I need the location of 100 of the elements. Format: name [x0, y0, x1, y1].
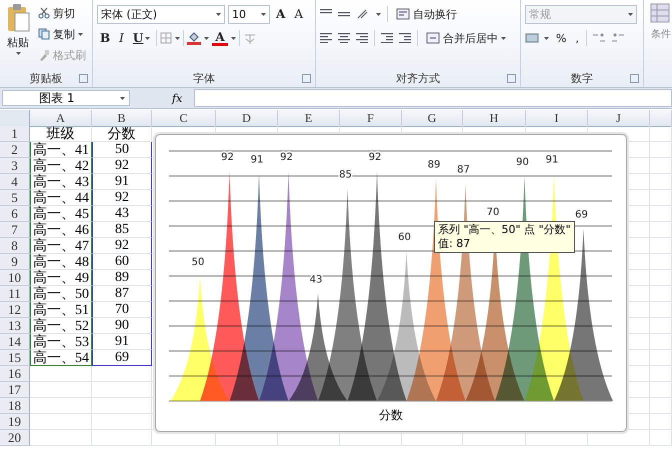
- row-header[interactable]: 17: [0, 382, 30, 398]
- row-header[interactable]: 18: [0, 398, 30, 414]
- row-header[interactable]: 13: [0, 318, 30, 334]
- table-cell: 60: [92, 254, 152, 270]
- table-cell: [650, 254, 672, 270]
- row-header[interactable]: 11: [0, 286, 30, 302]
- table-cell: [650, 190, 672, 206]
- row-header[interactable]: 10: [0, 270, 30, 286]
- text-angle-icon: [356, 8, 370, 20]
- insert-function-button[interactable]: fx: [166, 92, 188, 104]
- table-cell: 85: [92, 222, 152, 238]
- column-header[interactable]: J: [588, 110, 650, 127]
- table-cell: [650, 366, 672, 382]
- table-cell: 高一、52: [30, 318, 92, 334]
- table-cell: [92, 366, 152, 382]
- tooltip-value-text: 值: 87: [438, 237, 472, 251]
- data-label: 50: [192, 257, 204, 268]
- merge-cells-icon: [426, 32, 440, 44]
- row-header[interactable]: 9: [0, 254, 30, 270]
- data-label: 89: [428, 160, 440, 170]
- brush-icon: [38, 49, 50, 61]
- table-cell: [650, 398, 672, 414]
- column-header[interactable]: I: [526, 110, 588, 127]
- row-header[interactable]: 14: [0, 334, 30, 350]
- data-label: 92: [368, 152, 382, 163]
- row-header[interactable]: 5: [0, 190, 30, 206]
- data-label: 92: [280, 152, 293, 163]
- underline-button[interactable]: U: [130, 28, 154, 48]
- row-header[interactable]: 3: [0, 158, 30, 174]
- column-header[interactable]: G: [402, 110, 463, 127]
- table-cell: 43: [92, 206, 152, 222]
- decrease-indent-icon: [381, 33, 393, 43]
- table-cell: [650, 350, 672, 366]
- table-cell: [650, 142, 672, 158]
- axis-title: 分数: [379, 408, 403, 422]
- table-cell: 90: [92, 318, 152, 334]
- table-cell: 92: [92, 190, 152, 206]
- table-cell: 高一、47: [30, 238, 92, 254]
- table-cell: [650, 382, 672, 398]
- caret-icon: [16, 52, 20, 55]
- table-cell: 高一、50: [30, 286, 92, 302]
- percent-button[interactable]: %: [554, 28, 568, 48]
- paste-button[interactable]: 粘贴: [4, 3, 32, 69]
- caret-icon: [544, 36, 549, 40]
- font-name-select[interactable]: 宋体 (正文): [97, 4, 225, 24]
- column-header[interactable]: H: [463, 110, 526, 127]
- table-cell: [92, 382, 152, 398]
- row-header[interactable]: 8: [0, 238, 30, 254]
- row-header[interactable]: 6: [0, 206, 30, 222]
- table-cell: [92, 430, 152, 446]
- bold-button[interactable]: B: [97, 28, 114, 48]
- table-cell: [650, 286, 672, 302]
- scissors-icon: [38, 7, 50, 19]
- table-cell: [92, 398, 152, 414]
- column-header[interactable]: C: [152, 110, 216, 127]
- group-label: 字体: [93, 69, 315, 87]
- row-header[interactable]: 12: [0, 302, 30, 318]
- clipboard-icon: [6, 3, 30, 33]
- column-header[interactable]: B: [92, 110, 152, 127]
- caret-icon: [261, 12, 266, 16]
- copy-button[interactable]: 复制: [36, 24, 88, 44]
- row-header[interactable]: 20: [0, 430, 30, 446]
- row-header[interactable]: 19: [0, 414, 30, 430]
- name-box[interactable]: 图表 1: [2, 90, 130, 106]
- row-header[interactable]: 4: [0, 174, 30, 190]
- shrink-font-button[interactable]: A: [291, 4, 306, 24]
- cut-button[interactable]: 剪切: [36, 3, 88, 23]
- row-header[interactable]: 2: [0, 142, 30, 158]
- data-label: 91: [250, 154, 264, 166]
- column-header[interactable]: E: [278, 110, 340, 127]
- formula-input[interactable]: [194, 89, 672, 107]
- caret-icon: [120, 96, 125, 100]
- font-size-select[interactable]: 10: [228, 4, 270, 24]
- italic-button[interactable]: I: [116, 28, 127, 48]
- wrap-text-button[interactable]: 自动换行: [394, 4, 459, 24]
- row-header[interactable]: 7: [0, 222, 30, 238]
- table-cell: 92: [92, 158, 152, 174]
- table-cell: [650, 430, 672, 446]
- row-header[interactable]: 15: [0, 350, 30, 366]
- table-cell: [30, 430, 92, 446]
- comma-button[interactable]: ,: [573, 28, 581, 48]
- grow-font-button[interactable]: A: [273, 4, 288, 24]
- caret-icon: [204, 36, 210, 40]
- align-right-icon: [356, 33, 368, 43]
- merge-center-button[interactable]: 合并后居中: [424, 28, 508, 48]
- table-cell: [650, 238, 672, 254]
- increase-indent-icon: [399, 33, 411, 43]
- column-header[interactable]: D: [216, 110, 278, 127]
- group-label: 剪贴板: [0, 69, 92, 87]
- column-header[interactable]: A: [30, 110, 92, 127]
- table-cell: 92: [92, 238, 152, 254]
- row-header[interactable]: 1: [0, 126, 30, 142]
- font-color-button[interactable]: A: [212, 30, 228, 46]
- table-cell: [650, 158, 672, 174]
- table-cell: [650, 318, 672, 334]
- currency-icon: [525, 32, 539, 44]
- data-label: 70: [486, 207, 500, 218]
- row-header[interactable]: 16: [0, 366, 30, 382]
- table-cell: [650, 334, 672, 350]
- column-header[interactable]: F: [340, 110, 402, 127]
